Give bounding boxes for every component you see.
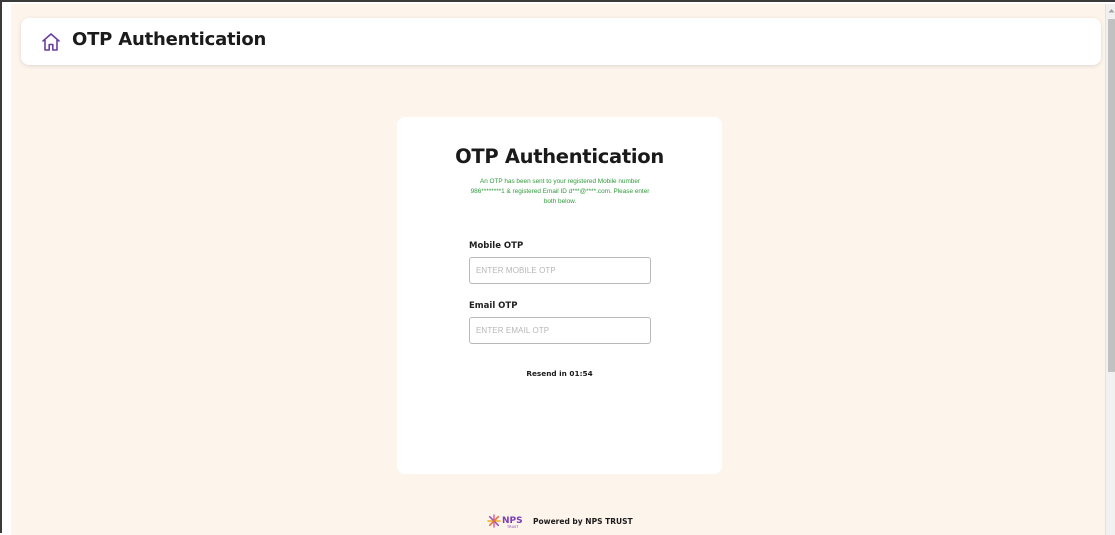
otp-sent-message: An OTP has been sent to your registered … — [470, 178, 650, 205]
card-title: OTP Authentication — [455, 145, 664, 168]
scroll-up-arrow-icon[interactable] — [1106, 4, 1115, 16]
email-otp-label: Email OTP — [469, 301, 518, 311]
page-header: OTP Authentication — [21, 18, 1101, 65]
browser-frame: OTP Authentication OTP Authentication An… — [0, 0, 1115, 535]
home-icon[interactable] — [40, 31, 62, 53]
otp-card: OTP Authentication An OTP has been sent … — [397, 117, 722, 474]
mobile-otp-label: Mobile OTP — [469, 241, 524, 251]
nps-trust-logo: NPS TRUST — [487, 513, 529, 529]
footer: NPS TRUST Powered by NPS TRUST — [487, 513, 633, 529]
vertical-scrollbar[interactable] — [1105, 4, 1115, 535]
email-otp-input[interactable] — [469, 317, 651, 344]
powered-by-text: Powered by NPS TRUST — [533, 516, 633, 526]
resend-timer: Resend in 01:54 — [526, 369, 593, 378]
mobile-otp-input[interactable] — [469, 257, 651, 284]
page-title: OTP Authentication — [72, 29, 267, 50]
scrollbar-thumb[interactable] — [1108, 19, 1115, 372]
svg-text:TRUST: TRUST — [506, 525, 519, 529]
page-viewport: OTP Authentication OTP Authentication An… — [11, 4, 1105, 535]
